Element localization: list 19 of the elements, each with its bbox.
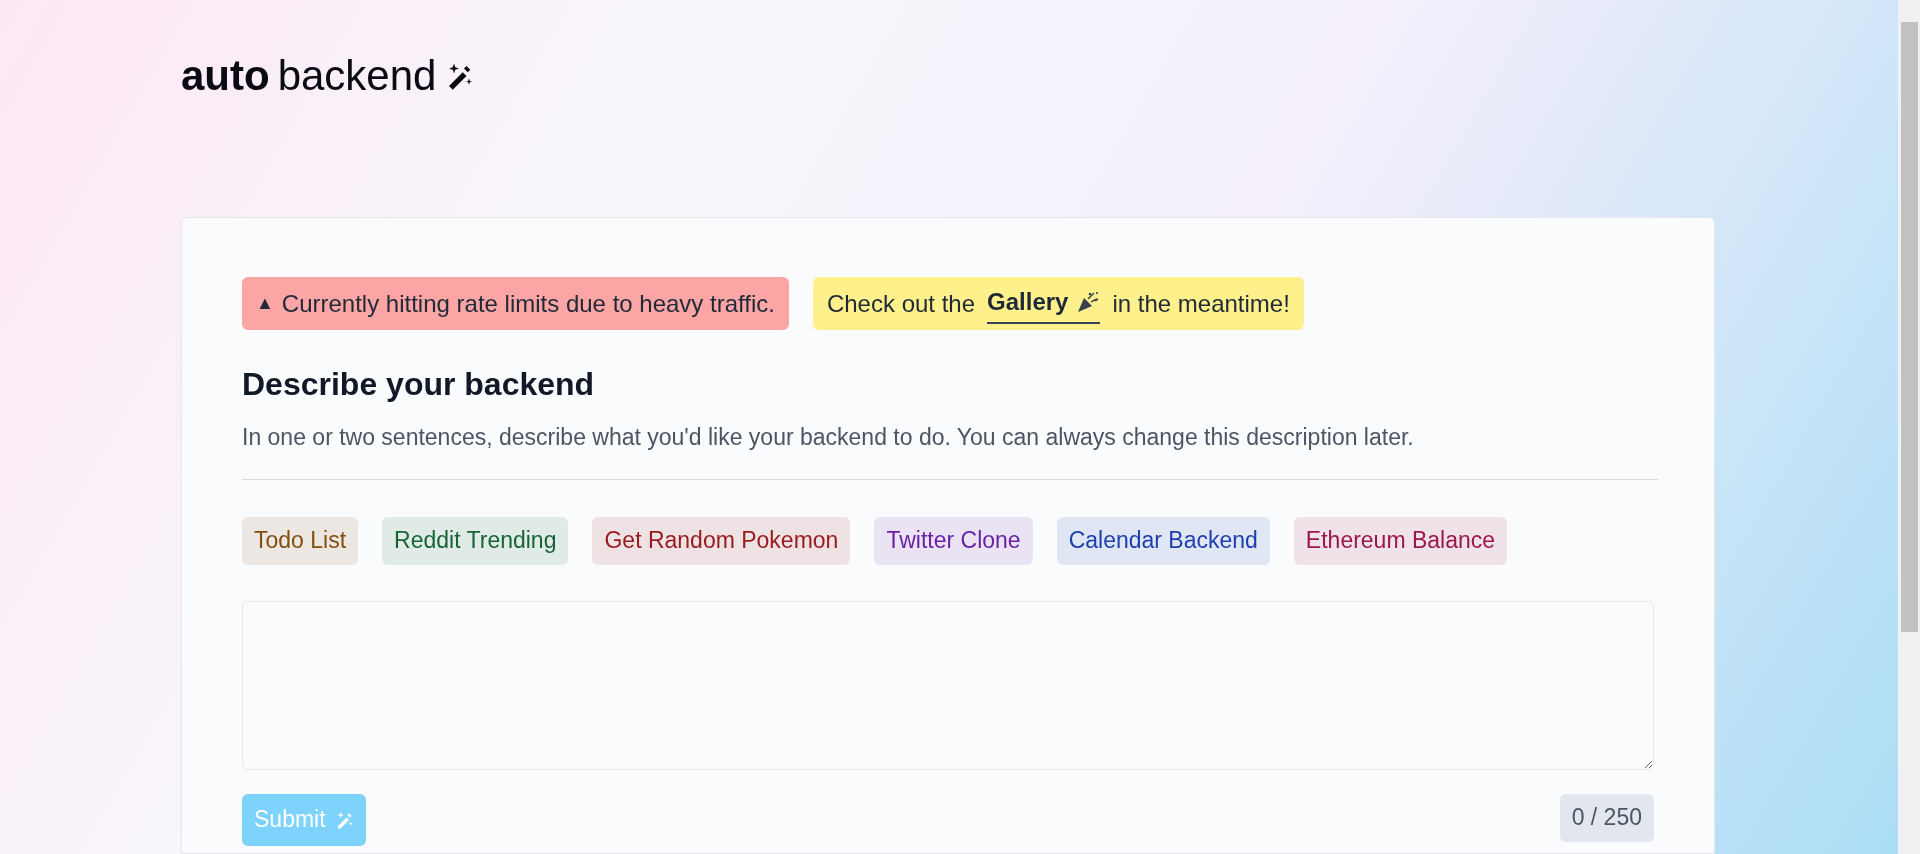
example-chip[interactable]: Reddit Trending <box>382 516 569 565</box>
section-heading: Describe your backend <box>242 365 596 404</box>
party-popper-icon <box>1076 289 1101 314</box>
warning-text: Currently hitting rate limits due to heavy traffic. <box>281 288 775 319</box>
scrollbar[interactable] <box>1898 0 1920 854</box>
warning-icon: ▲ <box>256 290 274 317</box>
description-input-field[interactable] <box>242 600 1654 770</box>
example-chip[interactable]: Todo List <box>242 516 359 565</box>
character-counter: 0 / 250 <box>1559 793 1654 842</box>
logo-text: backend <box>277 51 437 101</box>
example-chip[interactable]: Get Random Pokemon <box>592 516 851 565</box>
example-chip[interactable]: Calendar Backend <box>1056 516 1270 565</box>
example-chip[interactable]: Twitter Clone <box>874 516 1033 565</box>
description-text: In one or two sentences, describe what you'd like your backend to do. You can always change this description later. <box>242 423 1415 452</box>
logo-bold-text: auto <box>181 51 270 101</box>
banner-text: in the meantime! <box>1112 288 1290 319</box>
banner-text: Check out the <box>826 288 976 319</box>
example-chip[interactable]: Ethereum Balance <box>1293 516 1508 565</box>
gallery-link[interactable]: Gallery <box>987 283 1101 324</box>
